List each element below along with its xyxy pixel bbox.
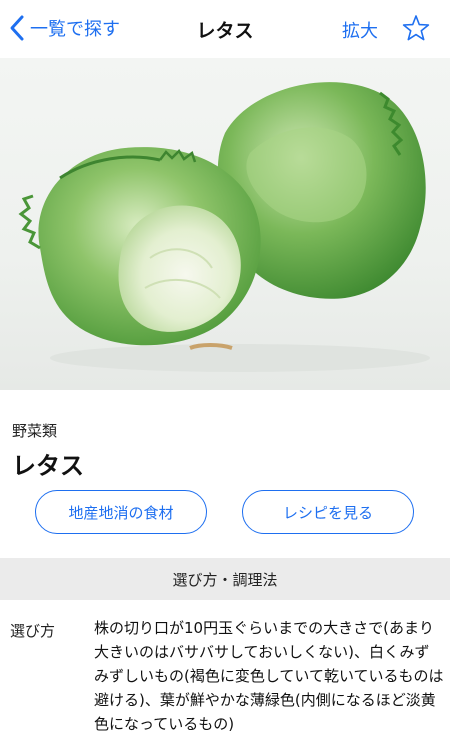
local-food-button[interactable]: 地産地消の食材 (35, 490, 207, 534)
choose-label: 選び方 (10, 622, 56, 640)
zoom-button[interactable]: 拡大 (342, 17, 378, 43)
lettuce-illustration (18, 82, 430, 372)
chevron-left-icon (10, 15, 24, 41)
category-label: 野菜類 (12, 422, 58, 440)
item-name: レタス (12, 452, 84, 480)
section-header: 選び方・調理法 (0, 558, 450, 600)
view-recipe-button[interactable]: レシピを見る (242, 490, 414, 534)
lettuce-photo (0, 58, 450, 390)
section-title: 選び方・調理法 (172, 570, 278, 589)
choose-text: 株の切り口が10円玉ぐらいまでの大きさで(あまり大きいのはバサバサしておいしくな… (94, 619, 444, 733)
back-button[interactable]: 一覧で探す (8, 14, 120, 42)
back-button-label: 一覧で探す (30, 19, 120, 40)
star-outline-icon[interactable] (402, 14, 430, 42)
navigation-bar: 一覧で探す レタス 拡大 (0, 0, 450, 58)
